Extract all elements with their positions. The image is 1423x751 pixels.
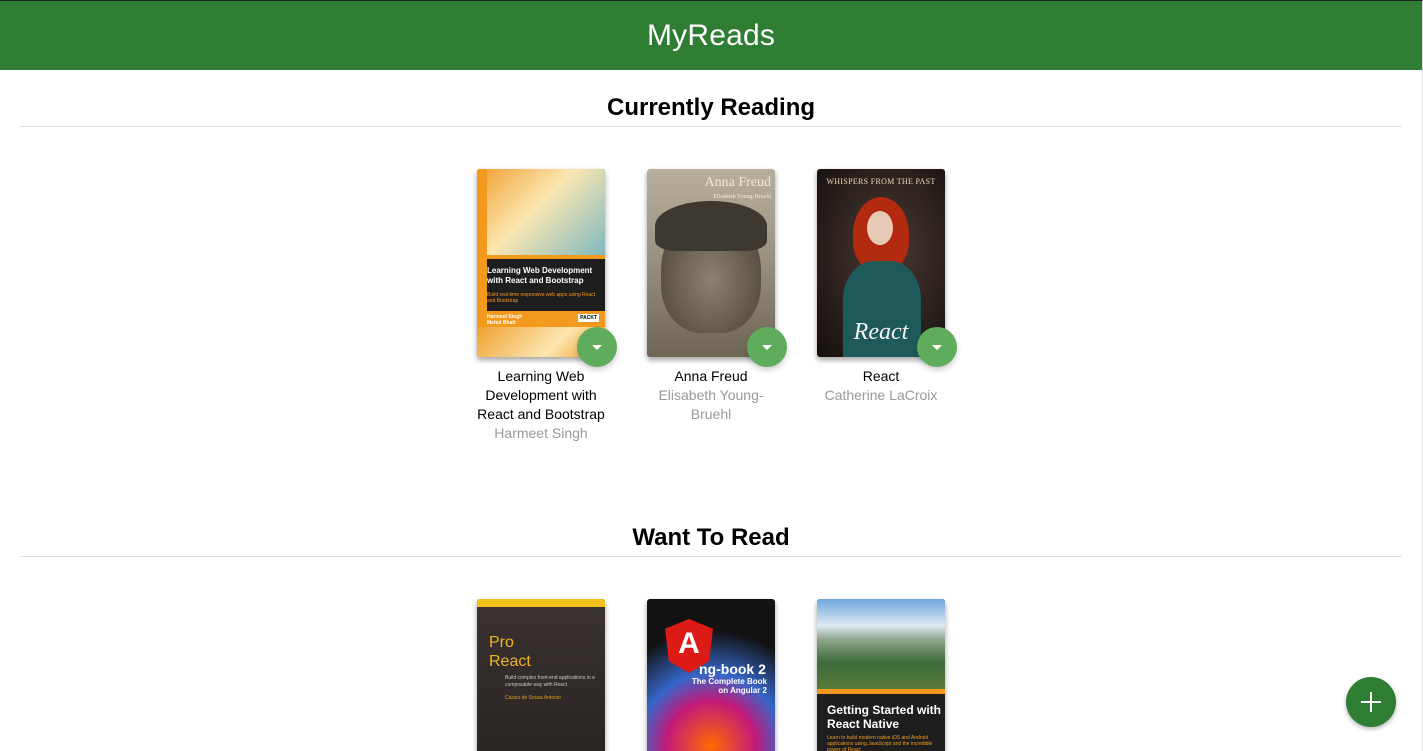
book-top: Getting Started with React Native Learn …	[817, 599, 945, 751]
book-cover[interactable]: Anna Freud Elisabeth Young-Bruehl	[647, 169, 775, 357]
book-title: Learning Web Development with React and …	[477, 368, 605, 422]
books-grid: Pro React Build complex front-end applic…	[20, 557, 1402, 751]
app-header: MyReads	[0, 1, 1422, 70]
book-item: Whispers from the Past React React Cathe…	[796, 169, 966, 524]
book-cover[interactable]: Learning Web Development with React and …	[477, 169, 605, 357]
add-book-button[interactable]	[1346, 677, 1396, 727]
book-item: Getting Started with React Native Learn …	[796, 599, 966, 751]
cover-title: Anna Freud	[704, 175, 772, 190]
shelf-changer-button[interactable]	[577, 327, 617, 367]
cover-title: ng-book 2	[699, 661, 766, 677]
book: A ng-book 2 The Complete Book on Angular…	[641, 599, 781, 751]
cover-subtitle: Build real-time responsive web apps usin…	[487, 292, 596, 304]
book-authors: Catherine LaCroix	[824, 387, 938, 403]
cover-title: Getting Started with React Native	[827, 703, 941, 731]
book: Learning Web Development with React and …	[471, 169, 617, 524]
book-top: A ng-book 2 The Complete Book on Angular…	[647, 599, 775, 751]
caret-down-icon	[762, 344, 772, 350]
book-title: Anna Freud	[674, 368, 748, 384]
book-cover[interactable]: A ng-book 2 The Complete Book on Angular…	[647, 599, 775, 751]
books-grid: Learning Web Development with React and …	[20, 127, 1402, 524]
app-title: MyReads	[646, 18, 776, 52]
shelf-changer-button[interactable]	[747, 327, 787, 367]
cover-title: Whispers from the Past	[826, 177, 936, 186]
book-cover[interactable]: Whispers from the Past React	[817, 169, 945, 357]
shelf-currently-reading: Currently Reading Learning Web Developme…	[20, 70, 1402, 524]
shelf-want-to-read: Want To Read Pro React Build complex fro…	[20, 524, 1402, 751]
plus-icon	[1361, 692, 1381, 712]
caret-down-icon	[932, 344, 942, 350]
cover-publisher: PACKT	[578, 314, 599, 322]
cover-title: Pro React	[489, 634, 531, 670]
book-cover[interactable]: Getting Started with React Native Learn …	[817, 599, 945, 751]
book-authors: Elisabeth Young-Bruehl	[658, 387, 764, 422]
book-item: Anna Freud Elisabeth Young-Bruehl Anna F…	[626, 169, 796, 524]
shelf-changer-button[interactable]	[917, 327, 957, 367]
book-item: Pro React Build complex front-end applic…	[456, 599, 626, 751]
book-item: A ng-book 2 The Complete Book on Angular…	[626, 599, 796, 751]
cover-authors: Harmeet Singh Mehul Bhatt	[487, 314, 523, 326]
book: Anna Freud Elisabeth Young-Bruehl Anna F…	[641, 169, 787, 524]
caret-down-icon	[592, 344, 602, 350]
shelf-title: Want To Read	[20, 524, 1402, 557]
bookshelves: Currently Reading Learning Web Developme…	[0, 70, 1422, 751]
cover-subtitle: Build complex front-end applications in …	[505, 675, 595, 688]
cover-subtitle: Learn to build modern native iOS and And…	[827, 735, 933, 751]
book-top: Pro React Build complex front-end applic…	[477, 599, 605, 751]
cover-subtitle: The Complete Book on Angular 2	[691, 677, 767, 695]
cover-authors: Elisabeth Young-Bruehl	[713, 194, 771, 200]
book-top: Learning Web Development with React and …	[477, 169, 617, 367]
book-top: Anna Freud Elisabeth Young-Bruehl	[647, 169, 787, 367]
cover-title: Learning Web Development with React and …	[487, 266, 593, 285]
cover-authors: Cássio de Sousa Antonio	[505, 695, 561, 701]
book: Whispers from the Past React React Cathe…	[811, 169, 957, 524]
book-authors: Harmeet Singh	[494, 425, 588, 441]
book: Pro React Build complex front-end applic…	[471, 599, 611, 751]
book: Getting Started with React Native Learn …	[811, 599, 951, 751]
shelf-title: Currently Reading	[20, 70, 1402, 127]
book-top: Whispers from the Past React	[817, 169, 957, 367]
book-cover[interactable]: Pro React Build complex front-end applic…	[477, 599, 605, 751]
book-title: React	[862, 368, 900, 384]
book-item: Learning Web Development with React and …	[456, 169, 626, 524]
